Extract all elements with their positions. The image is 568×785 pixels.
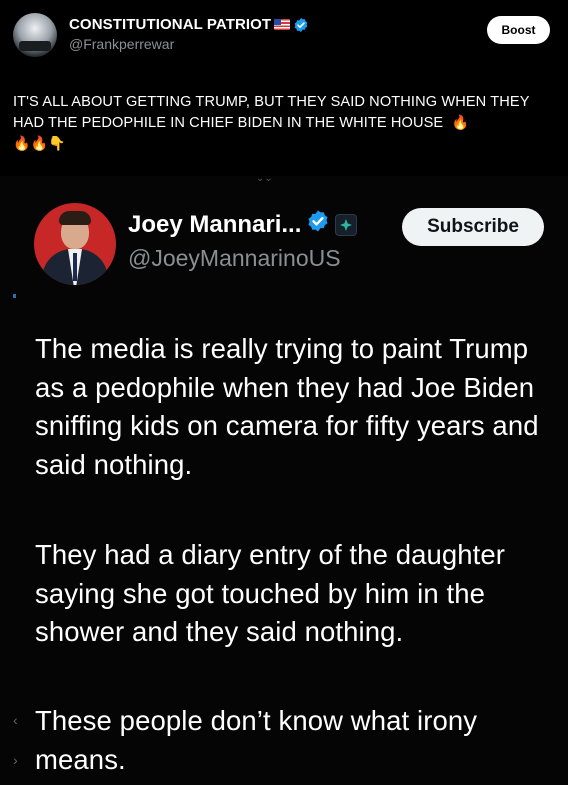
embed-paragraph: They had a diary entry of the daughter s… xyxy=(35,539,506,647)
embed-paragraph: The media is really trying to paint Trum… xyxy=(35,333,539,480)
embed-verified-icon xyxy=(306,209,330,240)
author-display-name[interactable]: CONSTITUTIONAL PATRIOT xyxy=(69,16,309,33)
embed-paragraph: These people don’t know what irony means… xyxy=(35,705,478,775)
emoji-row: 🔥🔥👇 xyxy=(13,135,66,151)
fire-emoji: 🔥 xyxy=(451,114,470,130)
subscribe-button: Subscribe xyxy=(402,208,544,246)
embed-author-avatar xyxy=(34,203,116,285)
edge-artifact: ‹ xyxy=(13,712,18,728)
gov-badge-icon xyxy=(335,213,358,236)
author-handle[interactable]: @Frankperrewar xyxy=(69,36,174,52)
embed-author-handle: @JoeyMannarinoUS xyxy=(128,245,341,271)
edge-artifact: › xyxy=(13,752,18,768)
scroll-mark-icon: ⌄⌄ xyxy=(256,173,273,184)
flag-icon xyxy=(274,19,291,30)
verified-icon xyxy=(293,17,309,33)
edge-artifact xyxy=(13,294,16,298)
author-avatar[interactable] xyxy=(13,13,57,57)
embed-author-display-name: Joey Mannari... xyxy=(128,209,358,240)
boost-button[interactable]: Boost xyxy=(487,16,550,44)
post-text: IT'S ALL ABOUT GETTING TRUMP, BUT THEY S… xyxy=(13,92,558,154)
post-header: CONSTITUTIONAL PATRIOT @Frankperrewar Bo… xyxy=(0,0,568,70)
embed-author-name-text: Joey Mannari... xyxy=(128,210,302,238)
author-name-text: CONSTITUTIONAL PATRIOT xyxy=(69,16,272,33)
